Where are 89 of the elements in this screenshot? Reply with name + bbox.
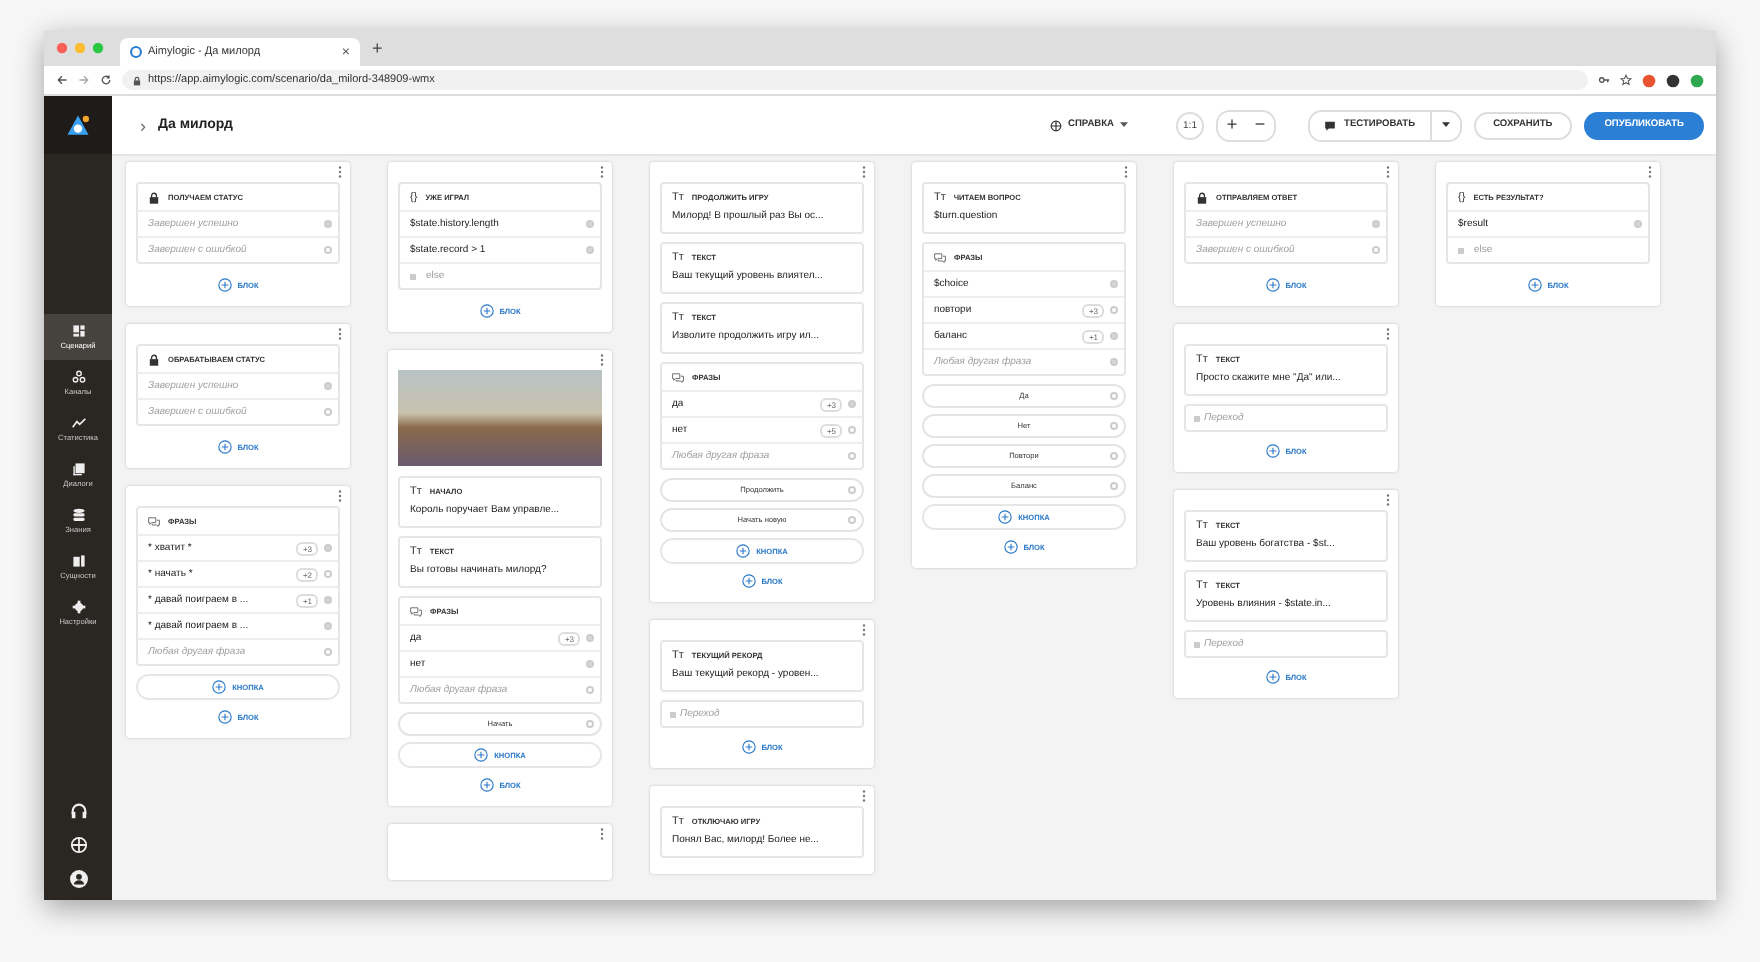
star-icon[interactable] (1620, 74, 1632, 86)
port-icon[interactable] (1372, 246, 1380, 254)
plus-icon (212, 680, 227, 694)
key-icon[interactable] (1598, 74, 1610, 86)
reload-icon[interactable] (100, 74, 112, 86)
caret-icon (1120, 122, 1129, 128)
port-icon[interactable] (324, 544, 332, 552)
plus-icon (1265, 278, 1280, 292)
plus-icon (1265, 670, 1280, 684)
port-icon[interactable] (1372, 220, 1380, 228)
forward-icon[interactable] (78, 74, 90, 86)
port-icon[interactable] (324, 382, 332, 390)
headset-icon[interactable] (69, 802, 87, 820)
port-icon[interactable] (586, 660, 594, 668)
sidebar-icon (71, 508, 85, 522)
port-icon[interactable] (586, 220, 594, 228)
plus-icon (736, 544, 751, 558)
back-icon[interactable] (56, 74, 68, 86)
window-controls-icon[interactable] (56, 42, 108, 54)
plus-icon (1527, 278, 1542, 292)
port-icon[interactable] (1110, 280, 1118, 288)
lock-icon (132, 75, 142, 85)
lock-icon (148, 353, 160, 365)
port-icon[interactable] (324, 408, 332, 416)
port-icon (1194, 641, 1200, 647)
port-icon[interactable] (1110, 392, 1118, 400)
plus-icon (474, 748, 489, 762)
plus-icon (1265, 444, 1280, 458)
logo-icon[interactable] (44, 96, 112, 154)
sidebar-icon (71, 462, 85, 476)
port-icon[interactable] (1110, 452, 1118, 460)
scenario-card[interactable] (650, 162, 874, 602)
port-icon[interactable] (324, 648, 332, 656)
port-icon[interactable] (1110, 332, 1118, 340)
port-icon[interactable] (586, 634, 594, 642)
extension-icon[interactable] (1642, 73, 1656, 87)
lock-icon (148, 191, 160, 203)
port-icon (670, 711, 676, 717)
new-tab-button[interactable]: + (372, 38, 383, 58)
caret-icon (1441, 122, 1450, 128)
port-icon[interactable] (324, 246, 332, 254)
port-icon[interactable] (1110, 422, 1118, 430)
port-icon[interactable] (1110, 306, 1118, 314)
port-icon[interactable] (1634, 220, 1642, 228)
port-icon (1194, 415, 1200, 421)
port-icon[interactable] (848, 452, 856, 460)
plus-icon (479, 304, 494, 318)
user-avatar-icon[interactable] (69, 870, 87, 888)
port-icon[interactable] (848, 516, 856, 524)
lock-icon (1196, 191, 1208, 203)
breadcrumb-arrow[interactable]: › (140, 115, 146, 135)
plus-icon (217, 710, 232, 724)
port-icon (410, 273, 416, 279)
app-logo-icon (130, 46, 142, 58)
port-icon[interactable] (848, 486, 856, 494)
sidebar-icon (71, 554, 85, 568)
port-icon[interactable] (586, 720, 594, 728)
speech-bubbles-icon (148, 515, 160, 527)
port-icon (1458, 247, 1464, 253)
chat-icon (1324, 119, 1337, 131)
port-icon[interactable] (848, 400, 856, 408)
dropdown-button[interactable] (1429, 111, 1460, 139)
port-icon[interactable] (1110, 358, 1118, 366)
port-icon[interactable] (324, 570, 332, 578)
speech-bubbles-icon (934, 251, 946, 263)
plus-icon (1003, 540, 1018, 554)
plus-icon (217, 278, 232, 292)
speech-bubbles-icon (672, 371, 684, 383)
port-icon[interactable] (324, 596, 332, 604)
extension-icon[interactable] (1690, 73, 1704, 87)
sidebar-icon (71, 416, 85, 430)
plus-icon (998, 510, 1013, 524)
globe-icon[interactable] (69, 836, 87, 854)
plus-icon (217, 440, 232, 454)
port-icon[interactable] (586, 686, 594, 694)
speech-bubbles-icon (410, 605, 422, 617)
port-icon[interactable] (324, 622, 332, 630)
port-icon[interactable] (586, 246, 594, 254)
profile-icon[interactable] (1666, 73, 1680, 87)
sidebar-icon (71, 324, 85, 338)
globe-icon (1050, 119, 1062, 131)
port-icon[interactable] (1110, 482, 1118, 490)
sidebar-icon (71, 370, 85, 384)
plus-icon (479, 778, 494, 792)
sidebar-icon (71, 600, 85, 614)
plus-icon (741, 740, 756, 754)
port-icon[interactable] (324, 220, 332, 228)
plus-icon (741, 574, 756, 588)
port-icon[interactable] (848, 426, 856, 434)
